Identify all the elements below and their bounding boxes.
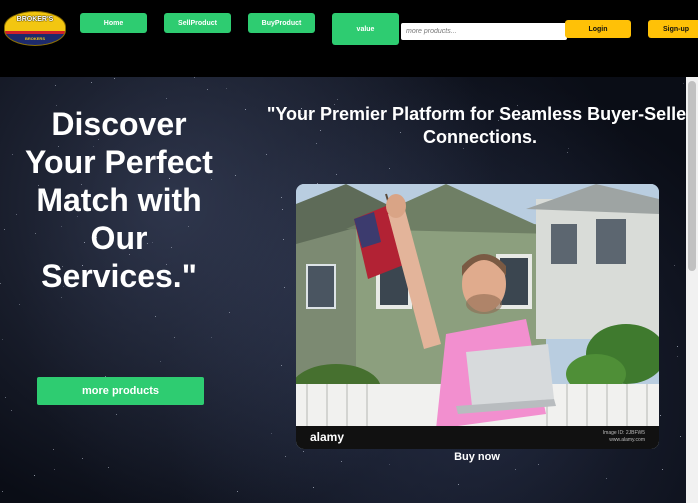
star-dot xyxy=(567,152,568,153)
star-dot xyxy=(19,304,20,305)
page: BROKER'S BROKERS Home SellProduct BuyPro… xyxy=(0,0,698,503)
star-dot xyxy=(341,461,342,462)
star-dot xyxy=(82,458,83,459)
star-dot xyxy=(337,99,338,100)
image-credit: Image ID: 2JBFW5 www.alamy.com xyxy=(603,430,645,444)
star-dot xyxy=(54,469,55,470)
buy-now-link[interactable]: Buy now xyxy=(437,451,517,463)
star-dot xyxy=(271,433,272,434)
nav-value-button[interactable]: value xyxy=(332,13,399,45)
product-photo-illustration xyxy=(296,184,659,449)
star-dot xyxy=(285,456,286,457)
product-image[interactable]: alamy Image ID: 2JBFW5 www.alamy.com xyxy=(296,184,659,449)
star-dot xyxy=(389,168,390,169)
star-dot xyxy=(281,197,282,198)
star-dot xyxy=(108,467,109,468)
star-dot xyxy=(229,312,230,313)
more-products-button[interactable]: more products xyxy=(37,377,204,405)
star-dot xyxy=(2,491,3,492)
logo-text: BROKER'S xyxy=(16,16,54,23)
signup-button[interactable]: Sign-up xyxy=(648,20,698,38)
star-dot xyxy=(683,83,684,84)
star-dot xyxy=(55,85,56,86)
star-dot xyxy=(174,337,175,338)
star-dot xyxy=(194,77,195,78)
tagline-line-2: Connections. xyxy=(422,127,537,147)
star-dot xyxy=(458,484,459,485)
tagline: "Your Premier Platform for Seamless Buye… xyxy=(230,103,686,149)
star-dot xyxy=(282,209,283,210)
logo-subtext: BROKERS xyxy=(24,36,45,41)
star-dot xyxy=(538,464,539,465)
star-dot xyxy=(283,239,284,240)
star-dot xyxy=(660,415,661,416)
star-dot xyxy=(662,469,663,470)
star-dot xyxy=(284,287,285,288)
star-dot xyxy=(160,361,161,362)
search-input[interactable] xyxy=(401,23,567,40)
star-dot xyxy=(0,283,1,284)
star-dot xyxy=(91,82,92,83)
star-dot xyxy=(114,78,115,79)
star-dot xyxy=(4,229,5,230)
star-dot xyxy=(389,464,390,465)
star-dot xyxy=(166,98,167,99)
star-dot xyxy=(34,475,35,476)
star-dot xyxy=(116,414,117,415)
star-dot xyxy=(61,297,62,298)
vertical-scrollbar[interactable] xyxy=(686,77,698,503)
star-dot xyxy=(11,410,12,411)
star-dot xyxy=(336,174,337,175)
star-dot xyxy=(677,346,678,347)
watermark-logo: alamy xyxy=(310,430,345,444)
star-dot xyxy=(226,88,227,89)
star-dot xyxy=(515,469,516,470)
star-dot xyxy=(211,337,212,338)
brand-logo[interactable]: BROKER'S BROKERS xyxy=(4,11,66,46)
nav-home-button[interactable]: Home xyxy=(80,13,147,33)
star-dot xyxy=(2,339,3,340)
tagline-line-1: "Your Premier Platform for Seamless Buye… xyxy=(266,104,686,124)
hero-heading: Discover Your Perfect Match with Our Ser… xyxy=(25,106,213,294)
star-dot xyxy=(53,449,54,450)
image-id: Image ID: 2JBFW5 xyxy=(602,430,645,436)
scrollbar-thumb[interactable] xyxy=(688,81,696,271)
nav-sell-product-button[interactable]: SellProduct xyxy=(164,13,231,33)
star-dot xyxy=(237,491,238,492)
star-dot xyxy=(207,89,208,90)
nav-buy-product-button[interactable]: BuyProduct xyxy=(248,13,315,33)
star-dot xyxy=(5,397,6,398)
star-dot xyxy=(606,478,607,479)
star-dot xyxy=(16,214,17,215)
login-button[interactable]: Login xyxy=(565,20,631,38)
star-dot xyxy=(281,365,282,366)
star-dot xyxy=(303,451,304,452)
star-dot xyxy=(674,265,675,266)
hero-section: Discover Your Perfect Match with Our Ser… xyxy=(0,77,686,503)
star-dot xyxy=(235,175,236,176)
header: BROKER'S BROKERS Home SellProduct BuyPro… xyxy=(0,0,698,77)
star-dot xyxy=(677,356,678,357)
star-dot xyxy=(12,154,13,155)
image-site: www.alamy.com xyxy=(609,437,645,443)
star-dot xyxy=(680,436,681,437)
star-dot xyxy=(313,487,314,488)
star-dot xyxy=(155,316,156,317)
star-dot xyxy=(266,154,267,155)
